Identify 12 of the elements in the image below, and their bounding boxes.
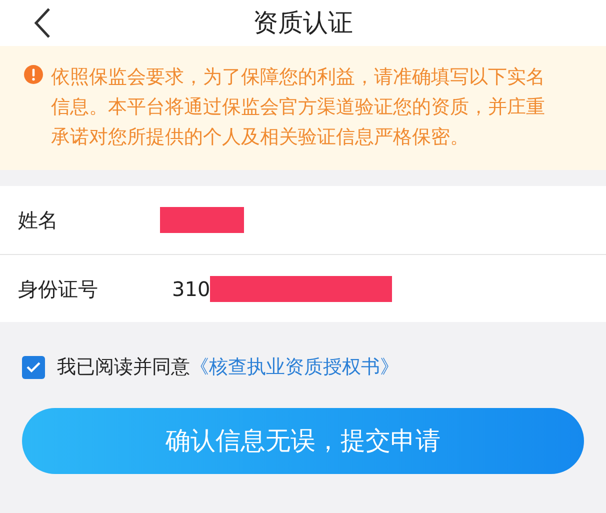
warning-icon xyxy=(24,65,43,84)
check-icon xyxy=(26,361,41,373)
page-title: 资质认证 xyxy=(253,7,353,40)
notice-text: 依照保监会要求，为了保障您的利益，请准确填写以下实名信息。本平台将通过保监会官方渠道验证您的资质，并庄重承诺对您所提供的个人及相关验证信息严格保密。 xyxy=(51,65,546,150)
submit-button[interactable]: 确认信息无误，提交申请 xyxy=(22,408,584,474)
input-field[interactable]: 310 xyxy=(158,268,392,308)
agreement-checkbox[interactable] xyxy=(22,356,45,378)
authorization-link[interactable]: 《核查执业资质授权书》 xyxy=(190,352,399,382)
agreement-text: 我已阅读并同意 xyxy=(57,354,190,380)
back-icon xyxy=(33,7,51,39)
field-label: 身份证号 xyxy=(18,276,99,302)
field-label: 姓名 xyxy=(18,207,59,234)
